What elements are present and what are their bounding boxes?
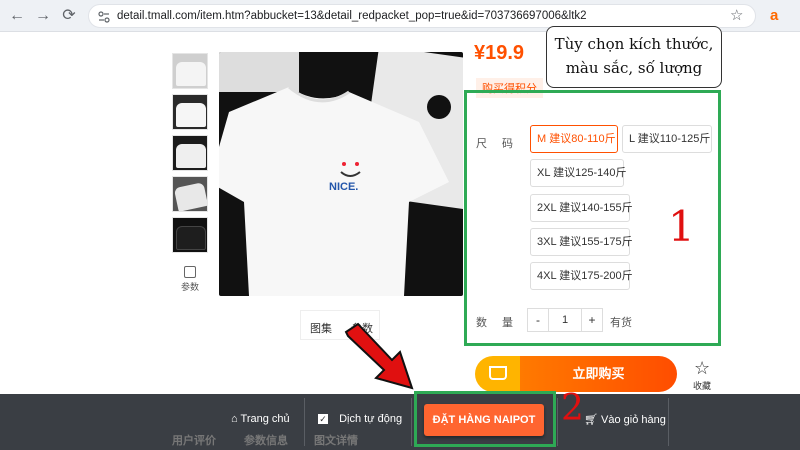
site-settings-icon[interactable] — [98, 11, 110, 23]
quantity-minus-button[interactable]: - — [527, 308, 549, 332]
tab-gallery[interactable]: 图集 — [310, 320, 332, 336]
forward-icon[interactable]: → — [34, 7, 52, 25]
quantity-label: 数 量 — [476, 317, 515, 329]
size-option-3xl[interactable]: 3XL 建议155-175斤 — [530, 228, 633, 256]
tshirt-image: NICE. — [219, 52, 463, 296]
params-icon[interactable] — [184, 266, 196, 278]
stock-status: 有货 — [610, 317, 632, 329]
cart-icon — [489, 366, 507, 380]
thumbnail-4[interactable] — [172, 176, 208, 212]
main-product-image: NICE. — [219, 52, 463, 296]
checkbox-icon: ✓ — [318, 414, 328, 424]
cart-button[interactable]: 🛒︎ Vào giỏ hàng — [584, 413, 666, 426]
annotation-number-2: 2 — [561, 388, 584, 429]
address-bar[interactable]: detail.tmall.com/item.htm?abbucket=13&de… — [88, 4, 756, 28]
under-tab-params: 参数信息 — [244, 435, 288, 447]
buy-now-button[interactable]: 立即购买 — [520, 356, 677, 392]
size-option-4xl[interactable]: 4XL 建议175-200斤 — [530, 262, 633, 290]
svg-text:NICE.: NICE. — [329, 181, 358, 193]
callout-line-2: màu sắc, số lượng — [565, 59, 703, 77]
size-option-m[interactable]: M 建议80-110斤 — [530, 125, 618, 153]
naipot-order-button[interactable]: ĐẶT HÀNG NAIPOT — [424, 404, 544, 436]
auto-translate-label: Dịch tự động — [339, 413, 403, 425]
toolbar-divider — [668, 398, 669, 446]
cart-icon: 🛒︎ — [584, 414, 598, 426]
callout-line-1: Tùy chọn kích thước, — [554, 35, 714, 53]
size-label: 尺 码 — [476, 138, 515, 150]
home-label: Trang chủ — [240, 413, 290, 425]
thumbnail-2[interactable] — [172, 94, 208, 130]
size-option-xl[interactable]: XL 建议125-140斤 — [530, 159, 626, 187]
quantity-input[interactable]: 1 — [549, 308, 581, 332]
red-arrow-icon — [344, 322, 414, 390]
params-label[interactable]: 参数 — [181, 280, 199, 293]
cart-label: Vào giỏ hàng — [601, 414, 666, 426]
size-option-l[interactable]: L 建议110-125斤 — [622, 125, 712, 153]
extension-icon[interactable]: a — [770, 7, 778, 24]
reload-icon[interactable]: ⟳ — [60, 7, 78, 25]
home-icon: ⌂ — [231, 413, 238, 425]
annotation-number-1: 1 — [668, 202, 695, 251]
toolbar-divider — [557, 398, 558, 446]
add-to-cart-button[interactable] — [475, 356, 520, 392]
home-button[interactable]: ⌂ Trang chủ — [231, 413, 290, 425]
back-icon[interactable]: ← — [8, 7, 26, 25]
favorite-label[interactable]: 收藏 — [693, 379, 711, 392]
toolbar-divider — [411, 398, 412, 446]
thumbnail-5[interactable] — [172, 217, 208, 253]
thumbnail-1[interactable] — [172, 53, 208, 89]
bookmark-star-icon[interactable]: ☆ — [730, 6, 743, 24]
thumbnail-3[interactable] — [172, 135, 208, 171]
size-option-2xl[interactable]: 2XL 建议140-155斤 — [530, 194, 633, 222]
toolbar-divider — [304, 398, 305, 446]
under-tab-reviews: 用户评价 — [172, 435, 216, 447]
annotation-callout: Tùy chọn kích thước, màu sắc, số lượng — [546, 26, 722, 88]
url-text[interactable]: detail.tmall.com/item.htm?abbucket=13&de… — [117, 10, 587, 22]
under-tab-details: 图文详情 — [314, 435, 358, 447]
favorite-star-icon[interactable]: ☆ — [694, 358, 710, 379]
price: ¥19.9 — [474, 42, 525, 64]
quantity-plus-button[interactable]: + — [581, 308, 603, 332]
auto-translate-toggle[interactable]: ✓ Dịch tự động — [318, 413, 402, 425]
